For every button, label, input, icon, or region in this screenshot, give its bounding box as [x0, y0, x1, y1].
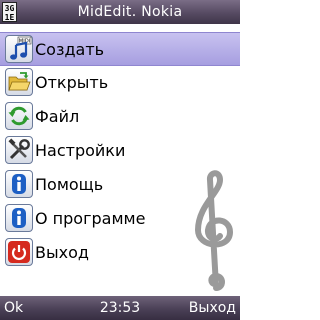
info-icon [5, 204, 33, 232]
softkey-bar: Ok 23:53 Выход [0, 296, 240, 320]
folder-open-icon [5, 68, 33, 96]
screen: 3G 1E MidEdit. Nokia MIDI Создать Открыт… [0, 0, 240, 320]
menu-label-open: Открыть [35, 73, 109, 92]
info-icon [5, 170, 33, 198]
menu-label-about: О программе [35, 209, 146, 228]
app-title: MidEdit. Nokia [77, 4, 183, 20]
menu-item-create[interactable]: MIDI Создать [0, 32, 240, 66]
menu-item-settings[interactable]: Настройки [0, 134, 240, 168]
title-bar: 3G 1E MidEdit. Nokia [0, 0, 240, 24]
softkey-exit[interactable]: Выход [189, 296, 236, 320]
menu-label-file: Файл [35, 107, 80, 126]
treble-clef-icon [195, 170, 233, 291]
menu-item-open[interactable]: Открыть [0, 66, 240, 100]
menu-label-settings: Настройки [35, 141, 126, 160]
midi-note-icon: MIDI [5, 35, 33, 63]
network-indicator: 3G 1E [2, 2, 17, 22]
network-3g-label: 3G [4, 4, 15, 13]
menu-label-create: Создать [35, 40, 105, 59]
power-icon [5, 238, 33, 266]
menu-label-help: Помощь [35, 175, 104, 194]
menu-label-exit: Выход [35, 243, 89, 262]
menu-item-file[interactable]: Файл [0, 100, 240, 134]
network-1e-label: 1E [4, 13, 15, 22]
refresh-icon [5, 102, 33, 130]
tools-icon [5, 136, 33, 164]
